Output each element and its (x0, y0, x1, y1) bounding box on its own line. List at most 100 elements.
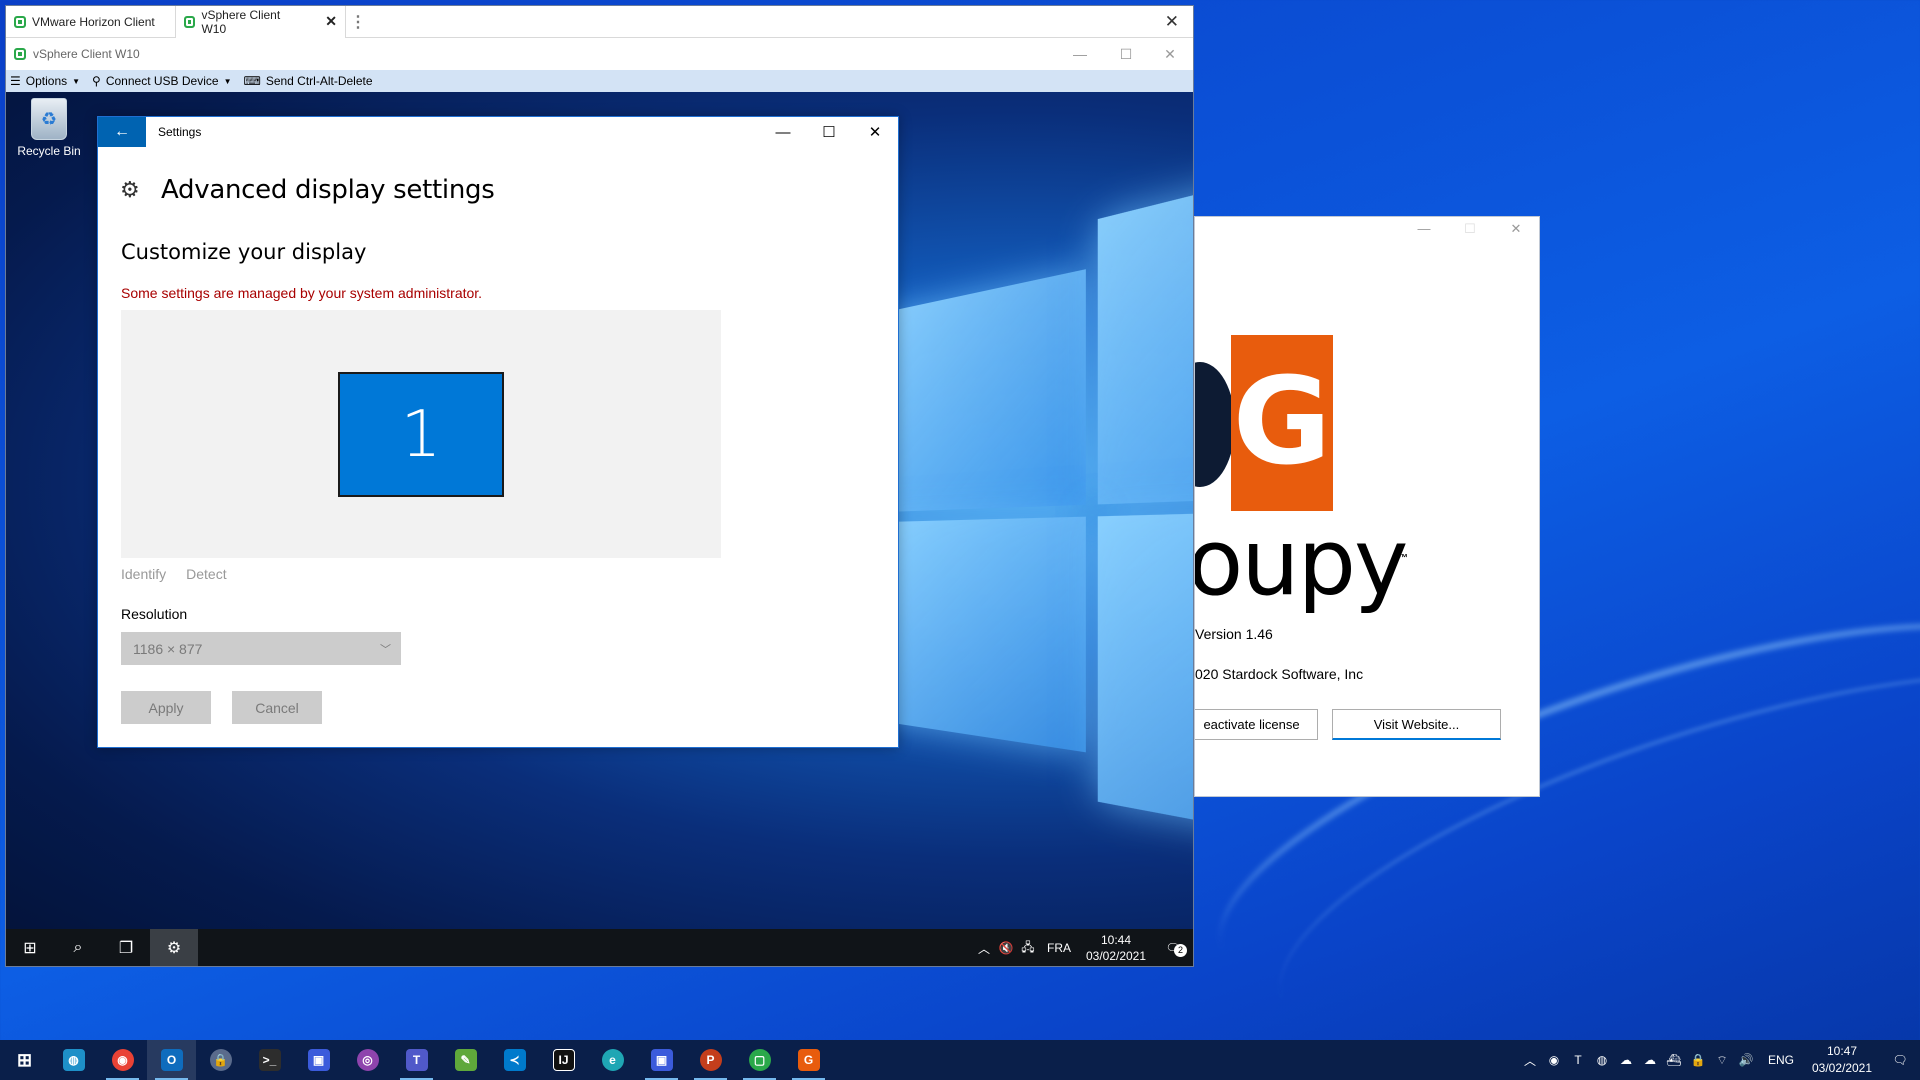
resolution-dropdown[interactable]: 1186 × 877 ﹀ (121, 632, 401, 665)
host-lang[interactable]: ENG (1758, 1053, 1804, 1067)
powerpoint-icon[interactable]: P (686, 1040, 735, 1080)
notification-icon[interactable]: 🗨 2 (1153, 941, 1193, 955)
visit-website-button[interactable]: Visit Website... (1332, 709, 1501, 740)
outlook-icon[interactable]: O (147, 1040, 196, 1080)
maximize-icon[interactable]: ☐ (806, 117, 852, 147)
wifi-icon[interactable]: ⌔ (1710, 1040, 1734, 1080)
close-icon[interactable]: ✕ (1147, 38, 1193, 70)
host-system-tray: ︿ ◉ T ◍ ☁ ☁ ⛴ 🔒 ⌔ 🔊 ENG 10:47 03/02/2021… (1518, 1040, 1920, 1080)
save-icon[interactable]: ▣ (294, 1040, 343, 1080)
podcast-icon[interactable]: ◎ (343, 1040, 392, 1080)
send-ctrl-alt-delete[interactable]: ⌨ Send Ctrl-Alt-Delete (243, 74, 372, 88)
volume-muted-icon[interactable]: 🔇 (995, 941, 1017, 955)
vm-window-title: vSphere Client W10 (33, 47, 140, 61)
app-logo: G (1231, 335, 1333, 511)
minimize-icon[interactable]: — (760, 117, 806, 147)
settings-taskbar-icon[interactable]: ⚙ (150, 929, 198, 967)
admin-warning: Some settings are managed by your system… (121, 285, 482, 301)
trademark: ™ (1398, 553, 1408, 564)
notification-icon[interactable]: 🗨 (1880, 1040, 1920, 1080)
version-text: Version 1.46 (1195, 626, 1273, 642)
teams-tray-icon[interactable]: T (1566, 1040, 1590, 1080)
sync-icon[interactable]: ◍ (1590, 1040, 1614, 1080)
hamburger-icon: ☰ (10, 74, 21, 88)
settings-window: ← Settings — ☐ ✕ ⚙ Advanced display sett… (97, 116, 899, 748)
edge-icon[interactable]: e (588, 1040, 637, 1080)
gear-icon: ⚙ (120, 177, 142, 203)
close-icon[interactable]: ✕ (1493, 221, 1539, 241)
guest-lang[interactable]: FRA (1039, 941, 1079, 955)
chevron-up-icon[interactable]: ︿ (973, 940, 995, 957)
terminal-icon[interactable]: >_ (245, 1040, 294, 1080)
back-button[interactable]: ← (98, 117, 146, 147)
options-label: Options (26, 74, 67, 88)
monitor-1[interactable]: 1 (338, 372, 504, 497)
tab-label: VMware Horizon Client (32, 15, 155, 29)
brand-name: oupy (1194, 517, 1406, 609)
tab-close-icon[interactable]: ✕ (325, 13, 337, 30)
connect-usb-menu[interactable]: ⚲ Connect USB Device ▼ (92, 74, 231, 88)
chevron-up-icon[interactable]: ︿ (1518, 1040, 1542, 1080)
docker-icon[interactable]: ⛴ (1662, 1040, 1686, 1080)
task-view-icon[interactable]: ❐ (102, 929, 150, 967)
notepad-icon[interactable]: ✎ (441, 1040, 490, 1080)
windows-logo-wallpaper (886, 175, 1193, 929)
settings-title-bar: ← Settings — ☐ ✕ (98, 117, 898, 147)
section-title: Customize your display (121, 240, 366, 264)
guest-date: 03/02/2021 (1079, 948, 1153, 964)
caret-down-icon: ▼ (72, 77, 80, 86)
options-menu[interactable]: ☰ Options ▼ (10, 74, 80, 88)
start-icon[interactable]: ⊞ (6, 929, 54, 967)
lock-icon[interactable]: 🔒 (1686, 1040, 1710, 1080)
network-icon[interactable]: 🖧 (1017, 938, 1039, 959)
onedrive-icon[interactable]: ☁ (1614, 1040, 1638, 1080)
kebab-menu-icon[interactable]: ⋮ (346, 12, 370, 32)
host-clock[interactable]: 10:47 03/02/2021 (1804, 1043, 1880, 1077)
minimize-icon[interactable]: — (1401, 221, 1447, 241)
settings-title: Settings (158, 125, 201, 139)
resolution-label: Resolution (121, 606, 187, 622)
search-icon[interactable]: ⌕ (54, 929, 102, 967)
guest-clock[interactable]: 10:44 03/02/2021 (1079, 932, 1153, 964)
tab-vsphere-client[interactable]: vSphere Client W10 ✕ (176, 6, 346, 38)
cad-label: Send Ctrl-Alt-Delete (266, 74, 373, 88)
volume-icon[interactable]: 🔊 (1734, 1040, 1758, 1080)
maximize-icon: ☐ (1447, 221, 1493, 241)
chrome-icon[interactable]: ◉ (98, 1040, 147, 1080)
chrome-tray-icon[interactable]: ◉ (1542, 1040, 1566, 1080)
monitor-actions: Identify Detect (121, 566, 247, 582)
horizon-icon[interactable]: ▢ (735, 1040, 784, 1080)
detect-link[interactable]: Detect (186, 566, 226, 582)
horizon-menu-bar: ☰ Options ▼ ⚲ Connect USB Device ▼ ⌨ Sen… (6, 70, 1193, 92)
cancel-button[interactable]: Cancel (232, 691, 322, 724)
cloud-icon[interactable]: ☁ (1638, 1040, 1662, 1080)
teams-icon[interactable]: T (392, 1040, 441, 1080)
maximize-icon[interactable]: ☐ (1103, 38, 1149, 70)
host-taskbar: ⊞ ◍ ◉ O 🔒 >_ ▣ ◎ T ✎ ≺ IJ e ▣ P ▢ G ︿ ◉ … (0, 1040, 1920, 1080)
tab-horizon-client[interactable]: VMware Horizon Client (6, 6, 176, 38)
vmware-icon (14, 48, 26, 60)
intellij-icon[interactable]: IJ (539, 1040, 588, 1080)
chevron-down-icon: ﹀ (380, 641, 391, 657)
vscode-icon[interactable]: ≺ (490, 1040, 539, 1080)
save-icon-2[interactable]: ▣ (637, 1040, 686, 1080)
minimize-icon[interactable]: — (1057, 38, 1103, 70)
close-icon[interactable]: ✕ (1165, 12, 1179, 32)
notification-count: 2 (1174, 944, 1187, 957)
apply-button[interactable]: Apply (121, 691, 211, 724)
vpn-icon[interactable]: 🔒 (196, 1040, 245, 1080)
close-icon[interactable]: ✕ (852, 117, 898, 147)
vmware-icon (14, 16, 26, 28)
page-header: ⚙ Advanced display settings (120, 175, 494, 205)
vm-title-bar: vSphere Client W10 — ☐ ✕ (6, 38, 1193, 70)
keyboard-icon: ⌨ (243, 74, 260, 88)
host-time: 10:47 (1804, 1043, 1880, 1060)
globe-icon[interactable]: ◍ (49, 1040, 98, 1080)
stardock-icon[interactable]: G (784, 1040, 833, 1080)
vmware-icon (184, 16, 195, 28)
start-icon[interactable]: ⊞ (0, 1040, 49, 1080)
recycle-bin[interactable]: ♻ Recycle Bin (14, 98, 84, 158)
identify-link[interactable]: Identify (121, 566, 166, 582)
about-window: — ☐ ✕ G oupy ™ Version 1.46 020 Stardock… (1194, 216, 1540, 797)
deactivate-license-button[interactable]: eactivate license (1194, 709, 1318, 740)
